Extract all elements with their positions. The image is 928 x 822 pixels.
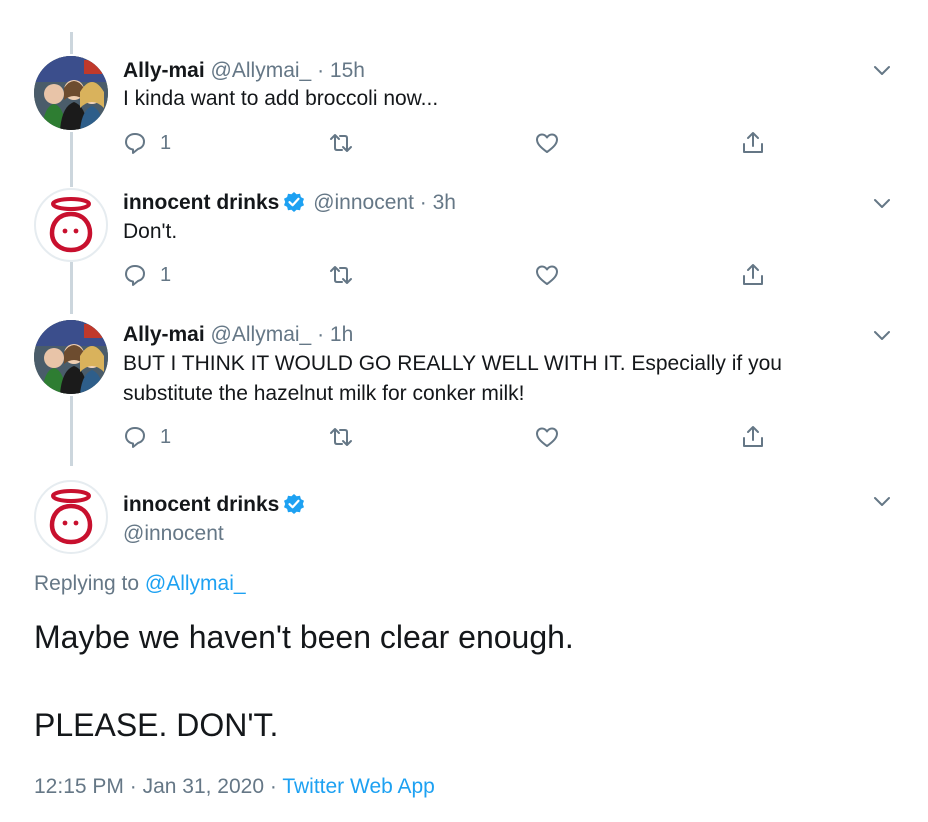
chevron-down-icon[interactable] <box>872 494 892 508</box>
like-icon <box>536 265 558 285</box>
verified-badge-icon <box>284 192 305 212</box>
reply-button[interactable]: 1 <box>122 128 171 158</box>
chevron-down-icon[interactable] <box>872 63 892 77</box>
retweet-button[interactable] <box>328 422 354 452</box>
tweet-text: I kinda want to add broccoli now... <box>123 87 439 110</box>
tweet-actions: 1 <box>122 260 782 290</box>
reply-count: 1 <box>160 263 172 286</box>
user-handle-row: @innocent <box>123 521 224 547</box>
reply-button[interactable]: 1 <box>122 260 171 290</box>
replying-to-handle[interactable]: @Allymai_ <box>145 572 246 595</box>
main-tweet-text-line-2: PLEASE. DON'T. <box>34 707 279 743</box>
like-icon <box>536 427 558 447</box>
innocent-logo <box>49 197 93 253</box>
share-icon <box>743 426 763 447</box>
tweet-actions: 1 <box>122 128 782 158</box>
tweet-date[interactable]: Jan 31, 2020 <box>143 775 264 798</box>
reply-icon <box>125 265 145 286</box>
tweet-text-line: BUT I THINK IT WOULD GO REALLY WELL WITH… <box>123 352 782 375</box>
like-button[interactable] <box>534 260 560 290</box>
replying-to-label: Replying to <box>34 572 140 595</box>
tweet-text-line: substitute the hazelnut milk for conker … <box>123 382 525 405</box>
main-tweet-text-line-1: Maybe we haven't been clear enough. <box>34 619 574 655</box>
reply-button[interactable]: 1 <box>122 422 171 452</box>
avatar[interactable] <box>34 480 108 554</box>
retweet-icon <box>330 266 352 284</box>
separator: · <box>317 59 325 82</box>
tweet-header: Ally-mai @Allymai_ · 1h <box>123 322 353 348</box>
retweet-icon <box>330 428 352 446</box>
replying-to: Replying to @Allymai_ <box>34 572 246 596</box>
chevron-down-icon[interactable] <box>872 196 892 210</box>
verified-badge-icon <box>284 494 305 514</box>
thread-line <box>70 396 73 466</box>
tweet-meta: 12:15 PM · Jan 31, 2020 · Twitter Web Ap… <box>34 775 435 799</box>
user-handle[interactable]: @innocent <box>313 191 414 214</box>
reply-count: 1 <box>160 425 172 448</box>
share-button[interactable] <box>740 128 766 158</box>
separator: · <box>317 323 325 346</box>
separator: · <box>269 775 277 798</box>
tweet-text: Don't. <box>123 220 178 243</box>
separator: · <box>419 191 427 214</box>
timestamp[interactable]: 15h <box>330 59 365 82</box>
separator: · <box>129 775 137 798</box>
tweet-1[interactable]: Ally-mai @Allymai_ · 15h I kinda want to… <box>0 0 928 180</box>
like-icon <box>536 133 558 153</box>
share-button[interactable] <box>740 422 766 452</box>
tweet-header: innocent drinks @innocent · 3h <box>123 190 456 216</box>
display-name[interactable]: innocent drinks <box>123 493 279 516</box>
tweet-text: BUT I THINK IT WOULD GO REALLY WELL WITH… <box>123 349 863 409</box>
user-handle[interactable]: @Allymai_ <box>211 59 312 82</box>
innocent-logo <box>49 489 93 545</box>
share-icon <box>743 132 763 153</box>
display-name[interactable]: innocent drinks <box>123 191 279 214</box>
tweet-actions: 1 <box>122 422 782 452</box>
tweet-source[interactable]: Twitter Web App <box>282 775 435 798</box>
retweet-button[interactable] <box>328 128 354 158</box>
timestamp[interactable]: 3h <box>433 191 456 214</box>
reply-icon <box>125 427 145 448</box>
timestamp[interactable]: 1h <box>330 323 353 346</box>
like-button[interactable] <box>534 128 560 158</box>
display-name[interactable]: Ally-mai <box>123 323 205 346</box>
tweet-header: Ally-mai @Allymai_ · 15h <box>123 58 365 84</box>
display-name[interactable]: Ally-mai <box>123 59 205 82</box>
tweet-header: innocent drinks <box>123 492 307 518</box>
thread-line <box>70 262 73 314</box>
avatar[interactable] <box>34 56 108 130</box>
like-button[interactable] <box>534 422 560 452</box>
reply-icon <box>125 133 145 154</box>
tweet-time[interactable]: 12:15 PM <box>34 775 124 798</box>
retweet-button[interactable] <box>328 260 354 290</box>
user-handle[interactable]: @Allymai_ <box>211 323 312 346</box>
share-button[interactable] <box>740 260 766 290</box>
avatar[interactable] <box>34 320 108 394</box>
reply-count: 1 <box>160 131 172 154</box>
avatar[interactable] <box>34 188 108 262</box>
user-handle[interactable]: @innocent <box>123 522 224 545</box>
chevron-down-icon[interactable] <box>872 328 892 342</box>
share-icon <box>743 264 763 285</box>
retweet-icon <box>330 134 352 152</box>
